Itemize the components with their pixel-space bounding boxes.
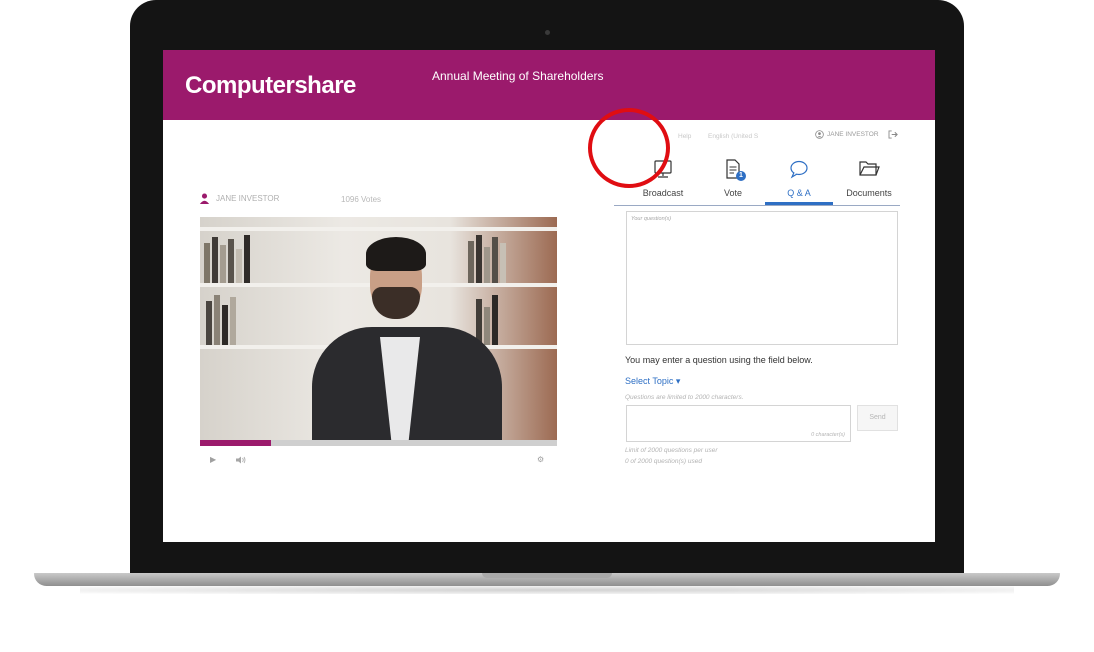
video-controls: ▶ ⚙ [200, 452, 557, 468]
active-tab-indicator [765, 202, 833, 205]
tab-documents[interactable]: Documents [839, 158, 899, 205]
help-link[interactable]: Help [678, 133, 691, 140]
tab-broadcast-label: Broadcast [642, 188, 684, 198]
question-history: Your question(s) [626, 211, 898, 345]
logout-icon[interactable] [888, 130, 899, 139]
select-topic-dropdown[interactable]: Select Topic ▾ [625, 376, 680, 387]
video-progress-bar[interactable] [200, 440, 557, 446]
video-books [200, 289, 260, 345]
user-icon [199, 193, 210, 204]
video-books [200, 231, 260, 283]
laptop-screen: Computershare Annual Meeting of Sharehol… [163, 50, 935, 542]
vote-badge: 1 [736, 171, 746, 181]
video-progress-fill [200, 440, 272, 446]
tab-documents-label: Documents [846, 188, 892, 198]
video-books [470, 289, 530, 345]
meeting-title: Annual Meeting of Shareholders [432, 69, 604, 83]
user-circle-icon [815, 130, 824, 139]
tab-vote[interactable]: 1 Vote [711, 158, 755, 205]
brand-logo: Computershare [185, 72, 356, 99]
questions-used: 0 of 2000 question(s) used [625, 458, 702, 465]
presenter-user: JANE INVESTOR [199, 193, 279, 204]
speaker-beard [372, 287, 420, 319]
account-menu[interactable]: JANE INVESTOR [815, 130, 899, 139]
speech-bubble-icon [790, 160, 808, 179]
character-limit-note: Questions are limited to 2000 characters… [625, 394, 744, 401]
play-icon[interactable]: ▶ [210, 455, 216, 464]
laptop-shadow [80, 586, 1014, 594]
qa-highlight-circle [588, 108, 670, 188]
document-icon [726, 159, 740, 179]
video-player[interactable] [200, 217, 557, 446]
language-selector[interactable]: English (United S [708, 133, 758, 140]
question-history-label: Your question(s) [631, 216, 672, 222]
send-button[interactable]: Send [857, 405, 898, 431]
webcam [545, 30, 550, 35]
volume-icon[interactable] [236, 456, 246, 464]
folder-icon [859, 161, 880, 176]
header-banner: Computershare Annual Meeting of Sharehol… [163, 50, 935, 120]
laptop-notch [482, 573, 612, 578]
settings-gear-icon[interactable]: ⚙ [537, 455, 544, 464]
tab-qa-label: Q & A [787, 188, 811, 198]
question-limit-per-user: Limit of 2000 questions per user [625, 447, 718, 454]
video-books [460, 231, 530, 283]
presenter-name: JANE INVESTOR [216, 194, 280, 203]
tab-qa[interactable]: Q & A [765, 158, 833, 205]
vote-count: 1096 Votes [341, 195, 382, 204]
character-counter: 0 character(s) [811, 432, 845, 438]
question-prompt: You may enter a question using the field… [625, 355, 813, 365]
question-input[interactable]: 0 character(s) [626, 405, 851, 442]
speaker-hair [366, 237, 426, 271]
account-username: JANE INVESTOR [827, 131, 879, 138]
tab-vote-label: Vote [723, 188, 743, 198]
